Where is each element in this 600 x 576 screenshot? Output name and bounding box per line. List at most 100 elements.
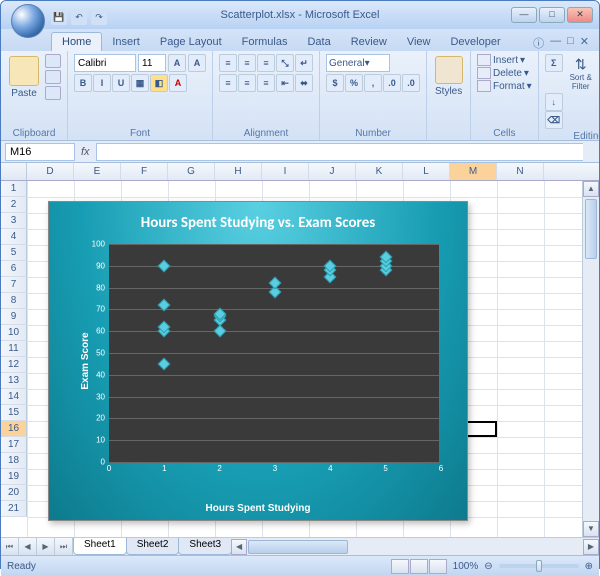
save-icon[interactable]: 💾: [51, 9, 67, 25]
vertical-scrollbar[interactable]: ▲ ▼: [582, 181, 599, 537]
column-header-K[interactable]: K: [356, 163, 403, 180]
minimize-button[interactable]: —: [511, 7, 537, 23]
scroll-down-icon[interactable]: ▼: [583, 521, 599, 537]
align-bottom-icon[interactable]: ≡: [257, 54, 275, 72]
shrink-font-icon[interactable]: A: [188, 54, 206, 72]
zoom-level[interactable]: 100%: [453, 561, 479, 572]
orientation-icon[interactable]: ⤡: [276, 54, 294, 72]
row-header-17[interactable]: 17: [1, 437, 27, 453]
border-button[interactable]: ▦: [131, 74, 149, 92]
insert-cells-button[interactable]: Insert ▾: [477, 54, 532, 66]
row-header-6[interactable]: 6: [1, 261, 27, 277]
format-painter-icon[interactable]: [45, 86, 61, 100]
inner-close-icon[interactable]: ✕: [580, 35, 589, 51]
tab-developer[interactable]: Developer: [440, 33, 510, 51]
office-button[interactable]: [7, 1, 45, 33]
tab-data[interactable]: Data: [297, 33, 340, 51]
cut-icon[interactable]: [45, 54, 61, 68]
font-name-select[interactable]: [74, 54, 136, 72]
row-header-4[interactable]: 4: [1, 229, 27, 245]
fx-icon[interactable]: fx: [81, 146, 90, 158]
row-header-14[interactable]: 14: [1, 389, 27, 405]
italic-button[interactable]: I: [93, 74, 111, 92]
embedded-chart[interactable]: Hours Spent Studying vs. Exam Scores Exa…: [48, 201, 468, 521]
sort-filter-button[interactable]: ⇅ Sort & Filter: [564, 54, 598, 93]
prev-sheet-button[interactable]: ◀: [19, 538, 37, 555]
column-header-G[interactable]: G: [168, 163, 215, 180]
inc-decimal-icon[interactable]: .0: [383, 74, 401, 92]
row-header-16[interactable]: 16: [1, 421, 27, 437]
column-header-L[interactable]: L: [403, 163, 450, 180]
row-header-2[interactable]: 2: [1, 197, 27, 213]
page-break-view-button[interactable]: [429, 559, 447, 574]
close-button[interactable]: ✕: [567, 7, 593, 23]
tab-home[interactable]: Home: [51, 32, 102, 51]
fill-icon[interactable]: ↓: [545, 93, 563, 111]
tab-view[interactable]: View: [397, 33, 441, 51]
grow-font-icon[interactable]: A: [168, 54, 186, 72]
row-header-8[interactable]: 8: [1, 293, 27, 309]
decrease-indent-icon[interactable]: ⇤: [276, 74, 294, 92]
worksheet-grid[interactable]: DEFGHIJKLMN 1234567891011121314151617181…: [1, 163, 599, 537]
font-size-select[interactable]: [138, 54, 166, 72]
sheet-tab-3[interactable]: Sheet3: [178, 538, 232, 555]
row-header-9[interactable]: 9: [1, 309, 27, 325]
next-sheet-button[interactable]: ▶: [37, 538, 55, 555]
row-header-7[interactable]: 7: [1, 277, 27, 293]
wrap-text-icon[interactable]: ↵: [295, 54, 313, 72]
currency-icon[interactable]: $: [326, 74, 344, 92]
align-center-icon[interactable]: ≡: [238, 74, 256, 92]
align-left-icon[interactable]: ≡: [219, 74, 237, 92]
copy-icon[interactable]: [45, 70, 61, 84]
comma-icon[interactable]: ,: [364, 74, 382, 92]
column-header-E[interactable]: E: [74, 163, 121, 180]
clear-icon[interactable]: ⌫: [545, 111, 563, 129]
column-header-D[interactable]: D: [27, 163, 74, 180]
row-header-5[interactable]: 5: [1, 245, 27, 261]
row-header-15[interactable]: 15: [1, 405, 27, 421]
tab-page-layout[interactable]: Page Layout: [150, 33, 232, 51]
row-header-12[interactable]: 12: [1, 357, 27, 373]
sheet-tab-1[interactable]: Sheet1: [73, 538, 127, 555]
first-sheet-button[interactable]: ⏮: [1, 538, 19, 555]
select-all-corner[interactable]: [1, 163, 27, 180]
row-header-19[interactable]: 19: [1, 469, 27, 485]
align-top-icon[interactable]: ≡: [219, 54, 237, 72]
column-header-F[interactable]: F: [121, 163, 168, 180]
underline-button[interactable]: U: [112, 74, 130, 92]
row-header-10[interactable]: 10: [1, 325, 27, 341]
column-header-M[interactable]: M: [450, 163, 497, 180]
maximize-button[interactable]: □: [539, 7, 565, 23]
column-header-N[interactable]: N: [497, 163, 544, 180]
row-header-20[interactable]: 20: [1, 485, 27, 501]
horizontal-scrollbar[interactable]: ◀ ▶: [231, 538, 599, 555]
name-box[interactable]: [5, 143, 75, 161]
help-icon[interactable]: ⓘ: [533, 35, 544, 51]
column-header-I[interactable]: I: [262, 163, 309, 180]
autosum-icon[interactable]: Σ: [545, 54, 563, 72]
undo-icon[interactable]: ↶: [71, 9, 87, 25]
redo-icon[interactable]: ↷: [91, 9, 107, 25]
sheet-tab-2[interactable]: Sheet2: [126, 538, 180, 555]
row-header-11[interactable]: 11: [1, 341, 27, 357]
fill-color-button[interactable]: ◧: [150, 74, 168, 92]
align-middle-icon[interactable]: ≡: [238, 54, 256, 72]
ribbon-minimize-icon[interactable]: —: [550, 35, 561, 51]
paste-button[interactable]: Paste: [7, 54, 41, 101]
dec-decimal-icon[interactable]: .0: [402, 74, 420, 92]
page-layout-view-button[interactable]: [410, 559, 428, 574]
merge-icon[interactable]: ⬌: [295, 74, 313, 92]
percent-icon[interactable]: %: [345, 74, 363, 92]
tab-formulas[interactable]: Formulas: [232, 33, 298, 51]
format-cells-button[interactable]: Format ▾: [477, 80, 532, 92]
styles-button[interactable]: Styles: [433, 54, 464, 99]
formula-input[interactable]: [96, 143, 583, 161]
align-right-icon[interactable]: ≡: [257, 74, 275, 92]
scroll-up-icon[interactable]: ▲: [583, 181, 599, 197]
column-header-H[interactable]: H: [215, 163, 262, 180]
row-header-21[interactable]: 21: [1, 501, 27, 517]
normal-view-button[interactable]: [391, 559, 409, 574]
tab-review[interactable]: Review: [341, 33, 397, 51]
row-header-13[interactable]: 13: [1, 373, 27, 389]
last-sheet-button[interactable]: ⏭: [55, 538, 73, 555]
